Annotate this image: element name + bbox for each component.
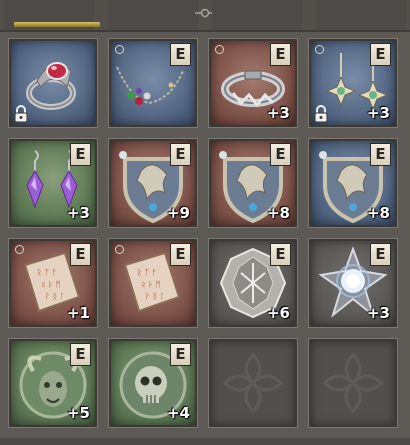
enhancement-level: +3 <box>366 104 390 122</box>
inventory-slot-star-earrings[interactable]: E +3 <box>309 39 397 127</box>
lock-icon[interactable] <box>13 105 29 123</box>
svg-text:ᚱ ᛉ ᚠ: ᚱ ᛉ ᚠ <box>37 268 57 277</box>
enhancement-level: +3 <box>266 104 290 122</box>
new-item-indicator <box>15 245 24 254</box>
equipped-badge: E <box>370 243 391 266</box>
new-item-indicator <box>215 45 224 54</box>
tab-segment[interactable] <box>108 0 198 30</box>
enhancement-level: +8 <box>266 204 290 222</box>
inventory-slot-empty-slot[interactable] <box>209 339 297 427</box>
inventory-slot-demon-mask-emblem[interactable]: E +5 <box>9 339 97 427</box>
svg-text:ᚹ ᛝ ᛚ: ᚹ ᛝ ᛚ <box>145 292 165 301</box>
new-item-indicator <box>115 245 124 254</box>
enhancement-level: +3 <box>366 304 390 322</box>
equipped-badge: E <box>270 43 291 66</box>
equipped-badge: E <box>370 43 391 66</box>
enhancement-level: +6 <box>266 304 290 322</box>
enhancement-level: +3 <box>66 204 90 222</box>
equipped-badge: E <box>170 143 191 166</box>
inventory-slot-dragon-crest-shield[interactable]: E +8 <box>309 139 397 227</box>
equipped-badge: E <box>70 343 91 366</box>
inventory-slot-dragon-crest-shield[interactable]: E +8 <box>209 139 297 227</box>
inventory-grid: E E +3 E +3 E +3 E +9 E +8 E +8 ᚱ ᛉ ᚠᛟ ᚦ ᛗᚹ ᛝ ᛚ E +1 ᚱ ᛉ… <box>8 38 402 440</box>
inventory-slot-silver-bracelet[interactable]: E +3 <box>209 39 297 127</box>
empty-slot-icon <box>211 341 295 425</box>
tab-segment[interactable] <box>212 0 302 30</box>
new-item-indicator <box>315 45 324 54</box>
equipped-badge: E <box>270 243 291 266</box>
svg-text:ᛟ ᚦ ᛗ: ᛟ ᚦ ᛗ <box>141 280 161 289</box>
inventory-slot-ornate-ruby-ring[interactable] <box>9 39 97 127</box>
inventory-slot-dragon-crest-shield[interactable]: E +9 <box>109 139 197 227</box>
svg-text:ᚱ ᛉ ᚠ: ᚱ ᛉ ᚠ <box>137 268 157 277</box>
inventory-slot-gem-necklace[interactable]: E <box>109 39 197 127</box>
inventory-slot-amethyst-earrings[interactable]: E +3 <box>9 139 97 227</box>
equipped-badge: E <box>70 243 91 266</box>
inventory-slot-ornate-emblem[interactable]: E +6 <box>209 239 297 327</box>
inventory-slot-skull-emblem[interactable]: E +4 <box>109 339 197 427</box>
enhancement-level: +5 <box>66 404 90 422</box>
enhancement-level: +1 <box>66 304 90 322</box>
next-row-edge <box>0 438 410 445</box>
inventory-slot-rune-book[interactable]: ᚱ ᛉ ᚠ ᛟ ᚦ ᛗ ᚹ ᛝ ᛚ E +1 <box>9 239 97 327</box>
svg-text:ᚹ ᛝ ᛚ: ᚹ ᛝ ᛚ <box>45 292 65 301</box>
equipped-badge: E <box>170 43 191 66</box>
enhancement-level: +8 <box>366 204 390 222</box>
equipped-badge: E <box>170 343 191 366</box>
equipped-badge: E <box>270 143 291 166</box>
equipped-badge: E <box>70 143 91 166</box>
inventory-slot-rune-book[interactable]: ᚱ ᛉ ᚠ ᛟ ᚦ ᛗ ᚹ ᛝ ᛚ E <box>109 239 197 327</box>
tab-segment[interactable] <box>4 0 100 30</box>
equipped-badge: E <box>370 143 391 166</box>
tab-segment[interactable] <box>316 0 406 30</box>
equipped-badge: E <box>170 243 191 266</box>
inventory-slot-crystal-star-emblem[interactable]: E +3 <box>309 239 397 327</box>
svg-text:ᛟ ᚦ ᛗ: ᛟ ᚦ ᛗ <box>41 280 61 289</box>
empty-slot-icon <box>311 341 395 425</box>
top-bar <box>0 0 410 32</box>
enhancement-level: +4 <box>166 404 190 422</box>
inventory-slot-empty-slot[interactable] <box>309 339 397 427</box>
new-item-indicator <box>115 45 124 54</box>
selected-tab-indicator <box>14 22 100 27</box>
lock-icon[interactable] <box>313 105 329 123</box>
enhancement-level: +9 <box>166 204 190 222</box>
